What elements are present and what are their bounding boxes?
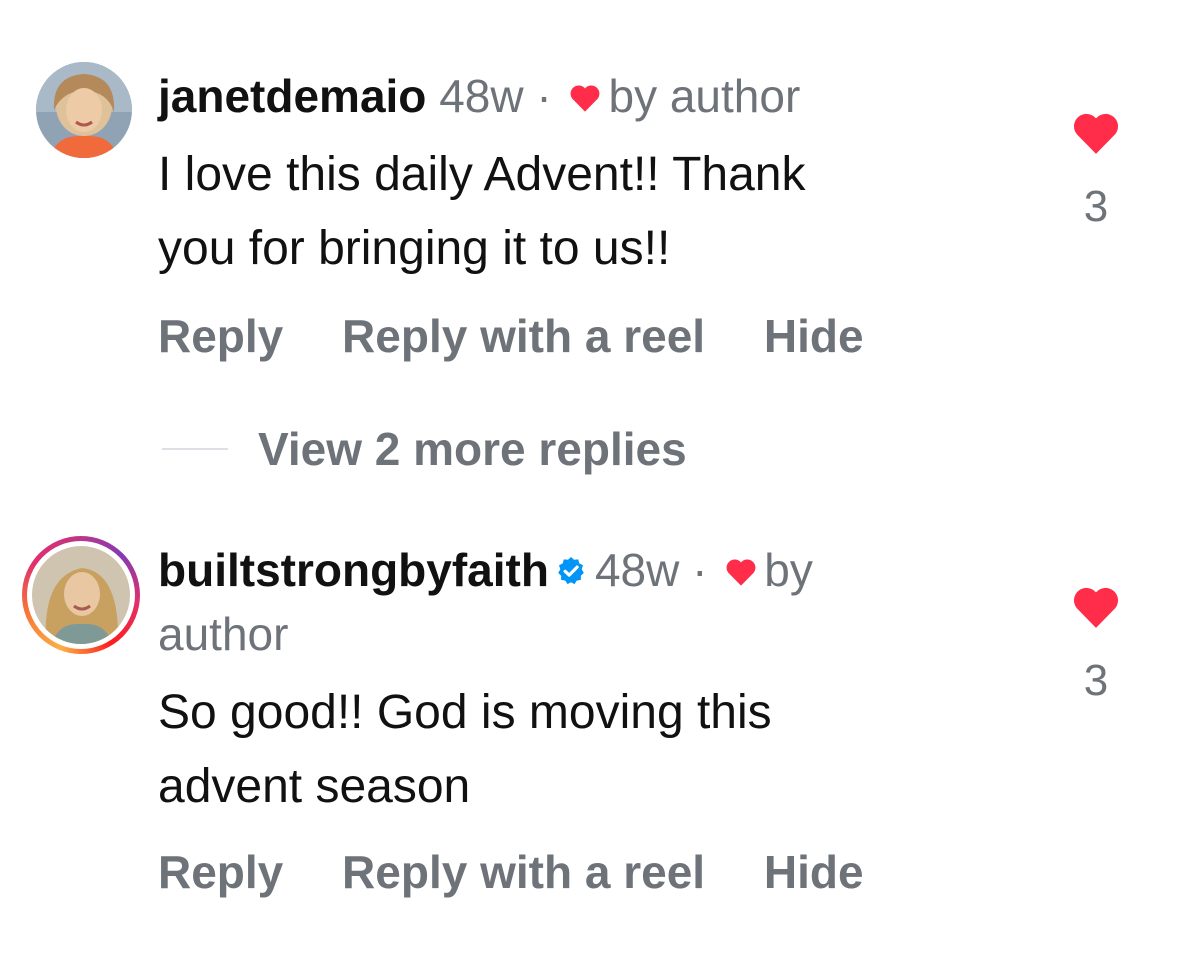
username[interactable]: builtstrongbyfaith bbox=[158, 544, 549, 596]
verified-badge-icon bbox=[555, 543, 587, 599]
comment-item: builtstrongbyfaith 48w · by author So go… bbox=[0, 0, 1179, 967]
heart-icon bbox=[724, 543, 758, 599]
comment-text-line: So good!! God is moving this bbox=[158, 686, 772, 739]
liked-by-author-label: author bbox=[158, 608, 289, 660]
separator: · bbox=[692, 544, 708, 596]
like-count: 3 bbox=[1083, 656, 1109, 705]
timestamp: 48w bbox=[594, 544, 680, 596]
comment-header: builtstrongbyfaith 48w · by bbox=[158, 542, 813, 602]
comment-text: So good!! God is moving this advent seas… bbox=[158, 676, 998, 824]
comment-actions: Reply Reply with a reel Hide bbox=[158, 844, 910, 900]
liked-by-author-label: by bbox=[764, 544, 813, 596]
hide-button[interactable]: Hide bbox=[764, 846, 864, 898]
like-column: 3 bbox=[1068, 584, 1124, 707]
heart-icon[interactable] bbox=[1068, 584, 1124, 635]
reply-with-reel-button[interactable]: Reply with a reel bbox=[342, 846, 705, 898]
comment-text-line: advent season bbox=[158, 760, 471, 813]
avatar[interactable] bbox=[32, 546, 130, 644]
reply-button[interactable]: Reply bbox=[158, 846, 283, 898]
